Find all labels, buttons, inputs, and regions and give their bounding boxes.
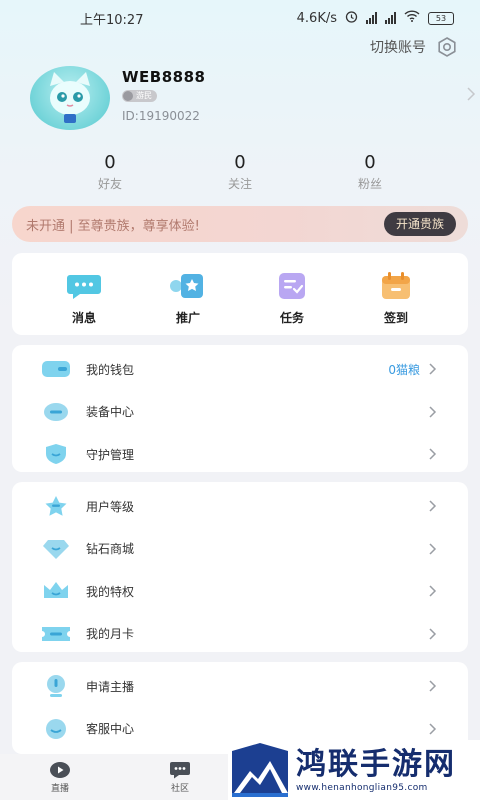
open-vip-button[interactable]: 开通贵族 <box>383 212 456 236</box>
anchor-icon <box>40 675 72 698</box>
stat-label: 好友 <box>97 177 122 191</box>
quick-action-label: 签到 <box>383 311 408 325</box>
quick-action-label: 推广 <box>175 311 200 325</box>
user-id: ID:19190022 <box>122 109 200 123</box>
username: WEB8888 <box>122 68 206 86</box>
shield-icon <box>40 443 72 465</box>
menu-item-guard[interactable]: 守护管理 <box>12 433 468 476</box>
stat-value: 0 <box>104 152 116 173</box>
quick-action-task[interactable]: 任务 <box>252 253 332 335</box>
signal-icon <box>366 12 377 24</box>
menu-item-label: 钻石商城 <box>86 542 135 557</box>
service-icon <box>40 718 72 740</box>
tab-community[interactable]: 社区 <box>120 754 240 800</box>
promote-icon <box>168 269 208 303</box>
menu-item-label: 守护管理 <box>86 447 135 462</box>
network-speed: 4.6K/s <box>296 10 337 26</box>
stat-friends[interactable]: 0 好友 <box>65 152 155 192</box>
wallet-balance: 0猫粮 <box>388 362 420 377</box>
stat-value: 0 <box>364 152 376 173</box>
chevron-right-icon <box>428 362 438 376</box>
community-icon <box>169 761 191 779</box>
equipment-icon <box>40 401 72 423</box>
menu-item-wallet[interactable]: 我的钱包 0猫粮 <box>12 348 468 391</box>
chevron-right-icon <box>428 722 438 736</box>
menu-item-equipment[interactable]: 装备中心 <box>12 391 468 434</box>
quick-action-label: 消息 <box>71 311 96 325</box>
menu-item-apply-anchor[interactable]: 申请主播 <box>12 665 468 708</box>
menu-item-label: 申请主播 <box>86 679 135 694</box>
live-icon <box>49 761 71 779</box>
menu-item-label: 装备中心 <box>86 405 135 420</box>
chevron-right-icon <box>428 447 438 461</box>
watermark-url: www.henanhonglian95.com <box>296 783 428 793</box>
stat-label: 粉丝 <box>357 177 382 191</box>
watermark-title: 鸿联手游网 <box>296 747 456 782</box>
quick-action-promote[interactable]: 推广 <box>148 253 228 335</box>
status-time: 上午10:27 <box>80 12 144 28</box>
menu-item-diamond-mall[interactable]: 钻石商城 <box>12 528 468 571</box>
watermark-logo-icon <box>230 741 292 799</box>
vip-banner-text: 未开通 | 至尊贵族，尊享体验! <box>26 218 200 234</box>
cat-avatar-icon[interactable] <box>30 66 110 130</box>
quick-action-message[interactable]: 消息 <box>44 253 124 335</box>
settings-icon[interactable] <box>436 36 458 58</box>
menu-item-privilege[interactable]: 我的特权 <box>12 570 468 613</box>
quick-action-label: 任务 <box>279 311 304 325</box>
menu-group-wallet: 我的钱包 0猫粮 装备中心 守护管理 <box>12 345 468 472</box>
status-bar: 上午10:27 4.6K/s 53 <box>0 0 480 36</box>
menu-item-user-level[interactable]: 用户等级 <box>12 485 468 528</box>
tab-label: 直播 <box>50 783 69 794</box>
menu-group-level: 用户等级 钻石商城 我的特权 我的月卡 <box>12 482 468 652</box>
menu-item-label: 我的月卡 <box>86 627 135 642</box>
chevron-right-icon <box>428 499 438 513</box>
privilege-icon <box>40 580 72 602</box>
stats-row: 0 好友 0 关注 0 粉丝 <box>0 152 480 192</box>
menu-item-label: 我的特权 <box>86 584 135 599</box>
menu-item-monthly-card[interactable]: 我的月卡 <box>12 613 468 656</box>
alarm-icon <box>345 10 358 27</box>
message-icon <box>64 269 104 303</box>
watermark: 鸿联手游网 www.henanhonglian95.com <box>228 740 480 800</box>
card-icon <box>40 623 72 645</box>
menu-item-label: 我的钱包 <box>86 362 135 377</box>
stat-value: 0 <box>234 152 246 173</box>
stat-label: 关注 <box>227 177 252 191</box>
vip-banner: 未开通 | 至尊贵族，尊享体验! 开通贵族 <box>12 206 468 242</box>
diamond-icon <box>40 538 72 560</box>
top-actions: 切换账号 <box>370 36 458 58</box>
tab-live[interactable]: 直播 <box>0 754 120 800</box>
chevron-right-icon <box>428 405 438 419</box>
chevron-right-icon[interactable] <box>466 86 476 106</box>
wifi-icon <box>404 10 420 26</box>
watermark-text: 鸿联手游网 www.henanhonglian95.com <box>296 747 456 793</box>
stat-following[interactable]: 0 关注 <box>195 152 285 192</box>
battery-icon: 53 <box>428 11 454 25</box>
menu-item-label: 用户等级 <box>86 499 135 514</box>
chevron-right-icon <box>428 542 438 556</box>
quick-action-checkin[interactable]: 签到 <box>356 253 436 335</box>
star-icon <box>40 495 72 517</box>
tab-label: 社区 <box>170 783 189 794</box>
status-icons: 4.6K/s 53 <box>297 10 454 27</box>
quick-actions-card: 消息 推广 任务 签到 <box>12 253 468 335</box>
chevron-right-icon <box>428 627 438 641</box>
menu-item-label: 客服中心 <box>86 722 135 737</box>
switch-account-link[interactable]: 切换账号 <box>370 37 426 57</box>
chevron-right-icon <box>428 584 438 598</box>
stat-fans[interactable]: 0 粉丝 <box>325 152 415 192</box>
signal-icon-2 <box>385 12 396 24</box>
chevron-right-icon <box>428 679 438 693</box>
checkin-icon <box>376 269 416 303</box>
task-icon <box>272 269 312 303</box>
level-badge: 游民 <box>122 90 157 102</box>
wallet-icon <box>40 358 72 380</box>
profile-section[interactable]: WEB8888 游民 ID:19190022 <box>30 64 476 134</box>
